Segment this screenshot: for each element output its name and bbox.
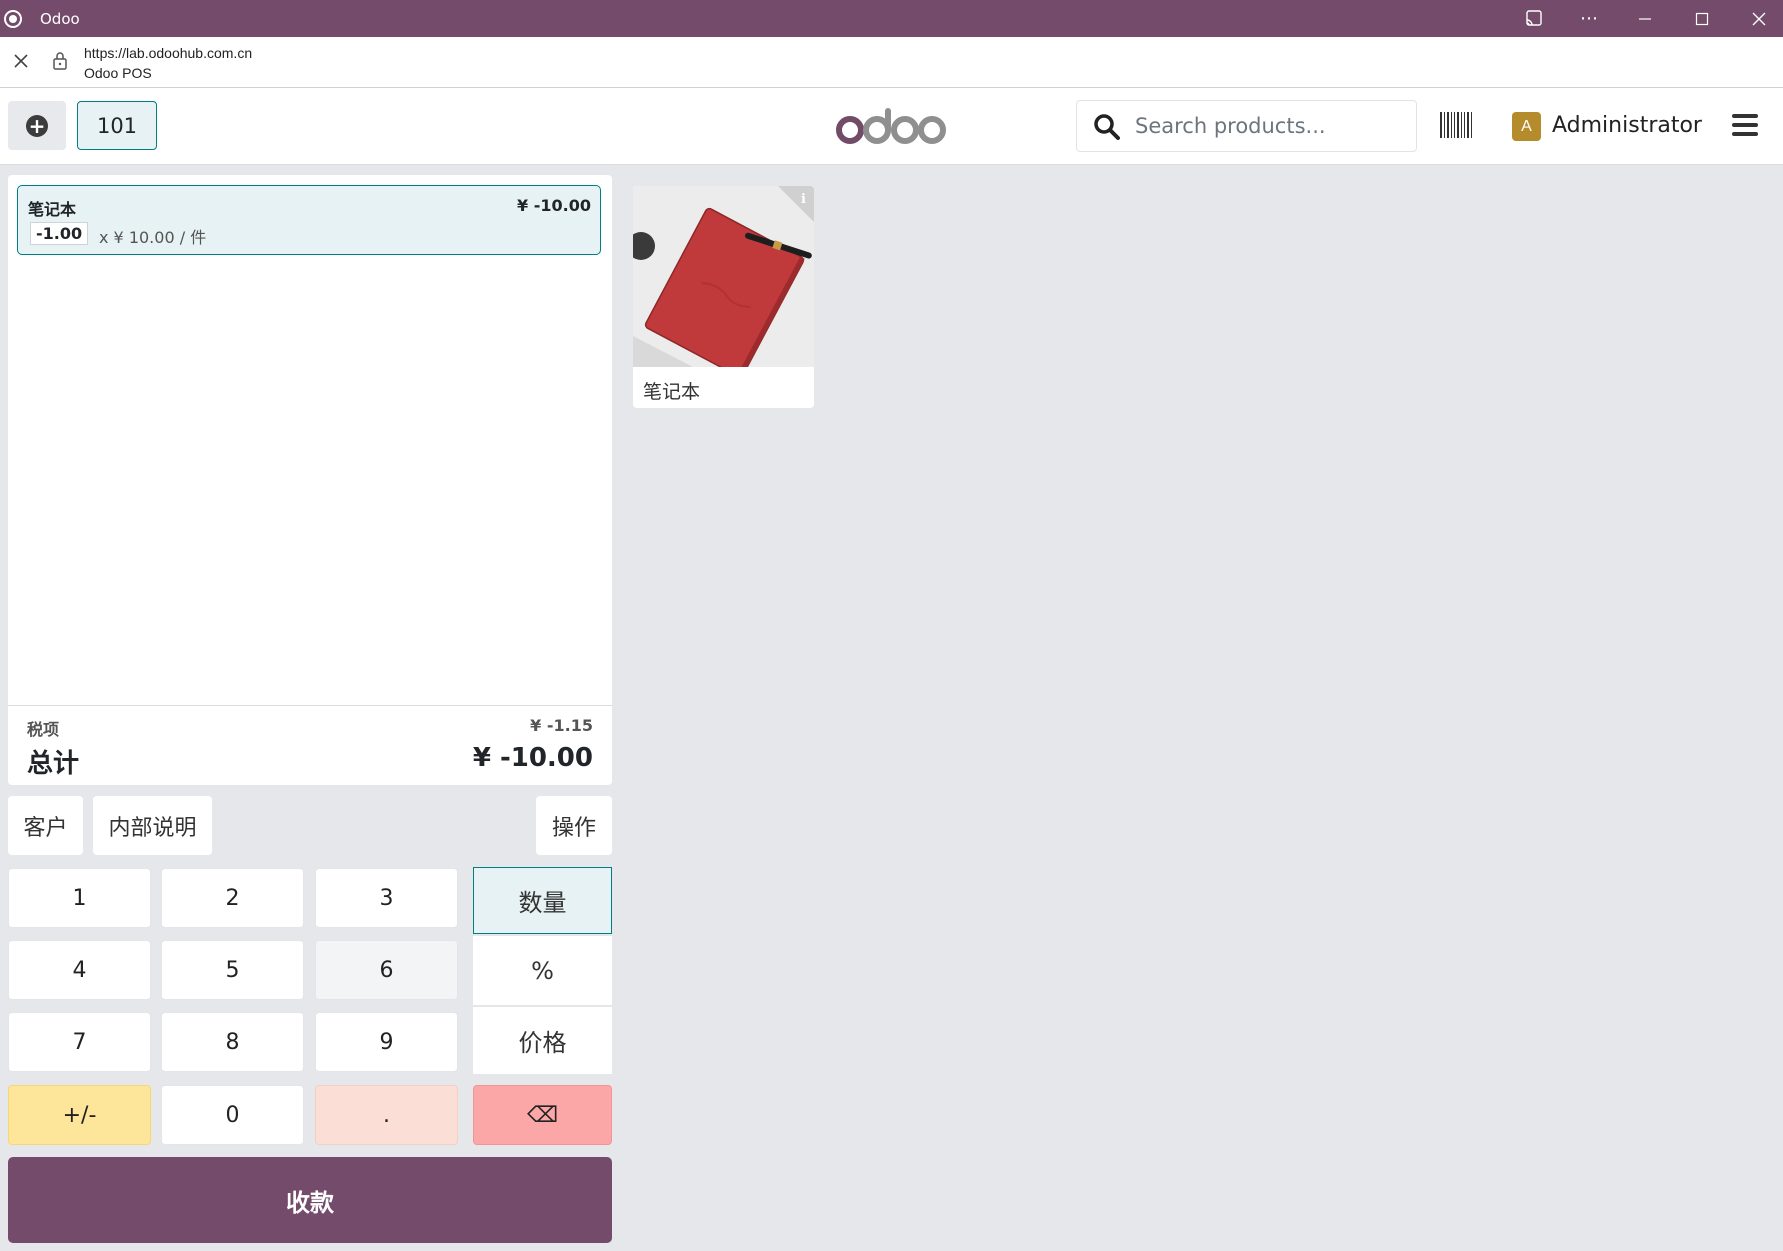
order-totals: 税项 ¥ -1.15 总计 ¥ -10.00 [8,705,612,785]
numpad-key-8[interactable]: 8 [161,1012,304,1072]
product-card[interactable]: i 笔记本 [633,186,814,408]
close-window-icon[interactable] [1731,0,1783,37]
search-input[interactable] [1135,109,1405,143]
lock-icon[interactable] [50,50,70,72]
window-title: Odoo [40,9,80,28]
order-line-unit-price: x ¥ 10.00 / 件 [99,228,207,247]
numpad-decimal-button[interactable]: . [315,1085,458,1145]
menu-icon[interactable] [1732,114,1758,136]
minimize-icon[interactable] [1617,0,1673,37]
plus-circle-icon: + [26,114,48,137]
tax-label: 税项 [27,720,60,739]
numpad-key-1[interactable]: 1 [8,868,151,928]
numpad-key-4[interactable]: 4 [8,940,151,1000]
numpad-plusminus-button[interactable]: +/- [8,1085,151,1145]
payment-button[interactable]: 收款 [8,1157,612,1243]
tax-value: ¥ -1.15 [530,716,593,735]
svg-text:i: i [801,192,806,207]
numpad-key-0[interactable]: 0 [161,1085,304,1145]
numpad-key-2[interactable]: 2 [161,868,304,928]
actions-button[interactable]: 操作 [536,796,612,855]
order-line-qty: -1.00 [30,222,89,245]
user-name[interactable]: Administrator [1552,113,1702,138]
app-icon [4,9,22,28]
backspace-icon[interactable]: ⌫ [473,1085,612,1145]
product-image: i [633,186,814,367]
close-icon[interactable] [10,50,32,72]
search-icon [1094,114,1120,140]
pos-header: + 101 A Administrator [0,88,1783,165]
mode-price-button[interactable]: 价格 [473,1007,612,1074]
barcode-icon[interactable] [1440,112,1472,138]
total-value: ¥ -10.00 [472,743,593,773]
order-panel: 笔记本 ¥ -10.00 -1.00 x ¥ 10.00 / 件 税项 ¥ -1… [8,175,612,785]
customer-button[interactable]: 客户 [8,796,83,855]
page-title: Odoo POS [84,65,152,81]
cast-icon[interactable] [1506,0,1562,37]
avatar[interactable]: A [1512,112,1541,141]
numpad-key-3[interactable]: 3 [315,868,458,928]
more-icon[interactable]: ⋯ [1561,0,1617,37]
odoo-logo [836,108,946,144]
new-order-button[interactable]: + [8,101,66,150]
numpad-key-5[interactable]: 5 [161,940,304,1000]
mode-discount-button[interactable]: % [473,936,612,1006]
total-label: 总计 [27,749,80,779]
mode-quantity-button[interactable]: 数量 [473,867,612,934]
search-box[interactable] [1076,100,1417,152]
internal-note-button[interactable]: 内部说明 [93,796,212,855]
order-line-price: ¥ -10.00 [517,196,591,215]
window-titlebar: Odoo ⋯ [0,0,1783,37]
numpad-key-6[interactable]: 6 [315,940,458,1000]
numpad-key-7[interactable]: 7 [8,1012,151,1072]
url-bar: https://lab.odoohub.com.cn Odoo POS [0,37,1783,88]
order-line-product: 笔记本 [28,200,77,219]
maximize-icon[interactable] [1674,0,1730,37]
order-line[interactable]: 笔记本 ¥ -10.00 -1.00 x ¥ 10.00 / 件 [17,185,601,255]
order-tab[interactable]: 101 [77,101,157,150]
product-name: 笔记本 [643,381,701,403]
url-text: https://lab.odoohub.com.cn [84,45,253,61]
numpad-key-9[interactable]: 9 [315,1012,458,1072]
